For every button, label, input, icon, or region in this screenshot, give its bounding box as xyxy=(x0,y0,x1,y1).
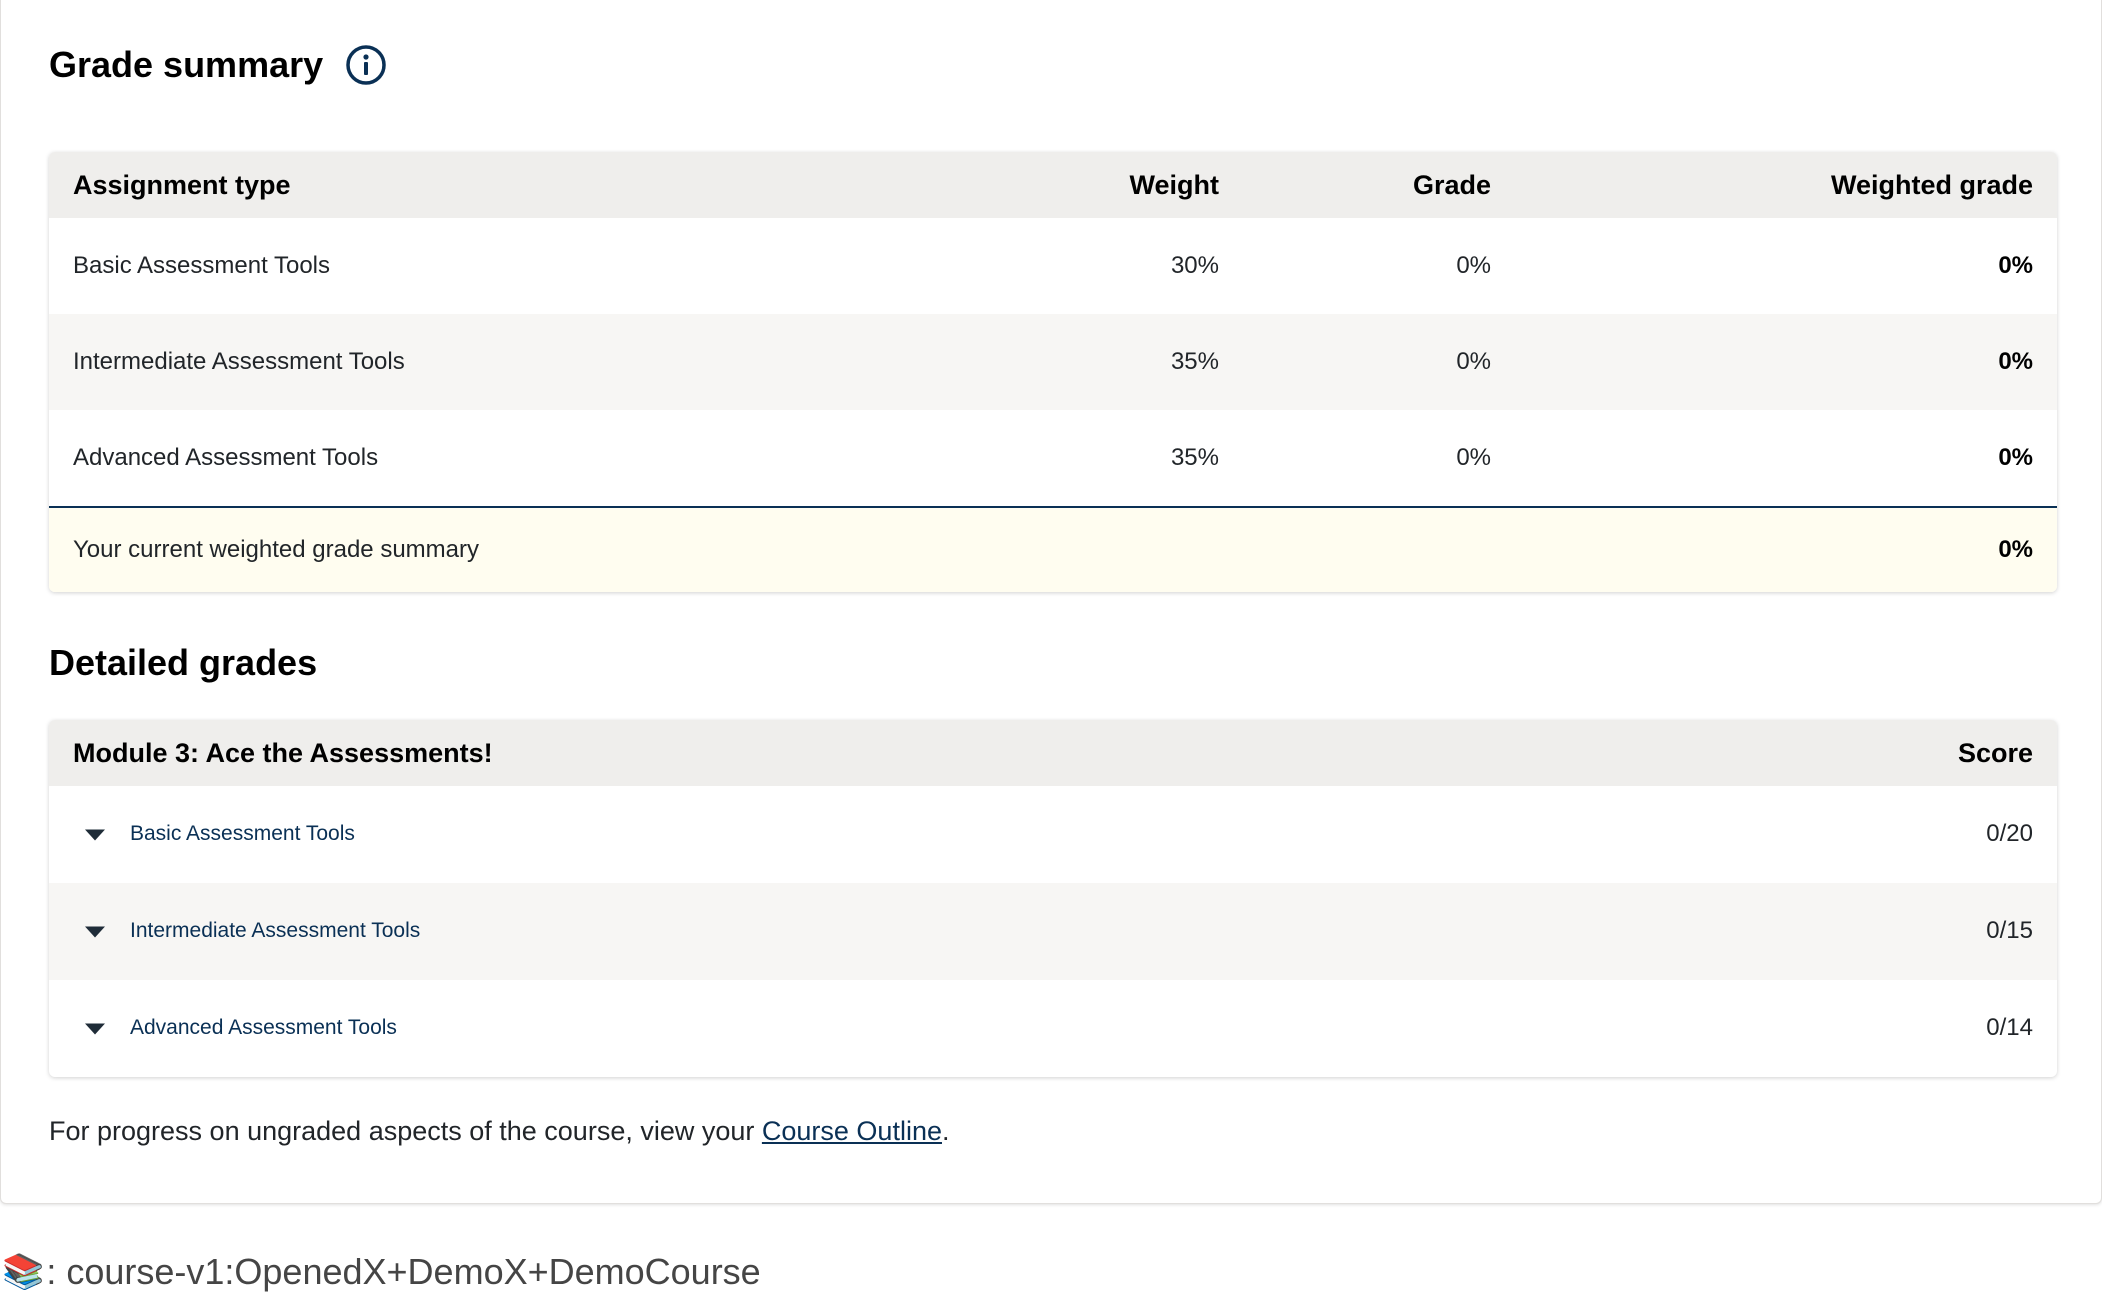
weighted-grade-cell: 0% xyxy=(1998,444,2033,471)
detailed-grades-heading: Detailed grades xyxy=(49,642,317,684)
caret-down-icon[interactable] xyxy=(85,1023,105,1034)
weight-cell: 35% xyxy=(1170,348,1219,375)
ungraded-progress-note: For progress on ungraded aspects of the … xyxy=(49,1116,950,1147)
assignment-type-cell: Intermediate Assessment Tools xyxy=(73,348,405,375)
caret-down-icon[interactable] xyxy=(85,829,105,840)
weight-cell: 30% xyxy=(1170,252,1219,279)
table-row: Basic Assessment Tools 30% 0% 0% xyxy=(49,218,2057,314)
course-id-text: : course-v1:OpenedX+DemoX+DemoCourse xyxy=(46,1251,761,1292)
header-grade: Grade xyxy=(1412,170,1491,200)
header-assignment-type: Assignment type xyxy=(73,170,291,200)
grade-summary-title: Grade summary xyxy=(49,44,324,85)
summary-value: 0% xyxy=(1998,536,2033,563)
course-outline-link[interactable]: Course Outline xyxy=(762,1116,942,1146)
subsection-link[interactable]: Advanced Assessment Tools xyxy=(130,1016,397,1040)
grade-summary-header-row: Assignment type Weight Grade Weighted gr… xyxy=(49,152,2057,218)
score-cell: 0/15 xyxy=(1986,917,2033,944)
module-title: Module 3: Ace the Assessments! xyxy=(73,738,493,768)
course-id: 📚 : course-v1:OpenedX+DemoX+DemoCourse xyxy=(2,1251,761,1293)
assignment-type-cell: Advanced Assessment Tools xyxy=(73,444,379,471)
subsection-link[interactable]: Basic Assessment Tools xyxy=(130,822,355,846)
grade-cell: 0% xyxy=(1456,444,1491,471)
weight-cell: 35% xyxy=(1170,444,1219,471)
weighted-grade-cell: 0% xyxy=(1998,252,2033,279)
grade-summary-heading: Grade summary xyxy=(49,44,387,86)
module-header-row: Module 3: Ace the Assessments! Score xyxy=(49,720,2057,786)
grades-card: Grade summary Assignment type Weight Gra… xyxy=(0,0,2102,1204)
list-item: Intermediate Assessment Tools 0/15 xyxy=(49,883,2057,980)
caret-down-icon[interactable] xyxy=(85,926,105,937)
footer-text-before: For progress on ungraded aspects of the … xyxy=(49,1116,762,1146)
footer-text-after: . xyxy=(941,1116,950,1146)
weighted-grade-cell: 0% xyxy=(1998,348,2033,375)
score-cell: 0/20 xyxy=(1986,820,2033,847)
list-item: Advanced Assessment Tools 0/14 xyxy=(49,980,2057,1077)
detailed-grades-table: Module 3: Ace the Assessments! Score Bas… xyxy=(49,720,2057,1077)
summary-label: Your current weighted grade summary xyxy=(73,536,479,563)
info-circle-icon[interactable] xyxy=(345,44,387,86)
books-icon: 📚 xyxy=(2,1253,45,1291)
table-row: Advanced Assessment Tools 35% 0% 0% xyxy=(49,410,2057,506)
detailed-grades-title: Detailed grades xyxy=(49,642,318,683)
weighted-grade-summary-row: Your current weighted grade summary 0% xyxy=(49,506,2057,592)
grade-summary-table: Assignment type Weight Grade Weighted gr… xyxy=(49,152,2057,592)
list-item: Basic Assessment Tools 0/20 xyxy=(49,786,2057,883)
header-score: Score xyxy=(1957,738,2033,768)
table-row: Intermediate Assessment Tools 35% 0% 0% xyxy=(49,314,2057,410)
header-weighted-grade: Weighted grade xyxy=(1830,170,2033,200)
grade-cell: 0% xyxy=(1456,252,1491,279)
subsection-link[interactable]: Intermediate Assessment Tools xyxy=(130,919,420,943)
score-cell: 0/14 xyxy=(1986,1014,2033,1041)
header-weight: Weight xyxy=(1129,170,1220,200)
grade-cell: 0% xyxy=(1456,348,1491,375)
assignment-type-cell: Basic Assessment Tools xyxy=(73,252,331,279)
